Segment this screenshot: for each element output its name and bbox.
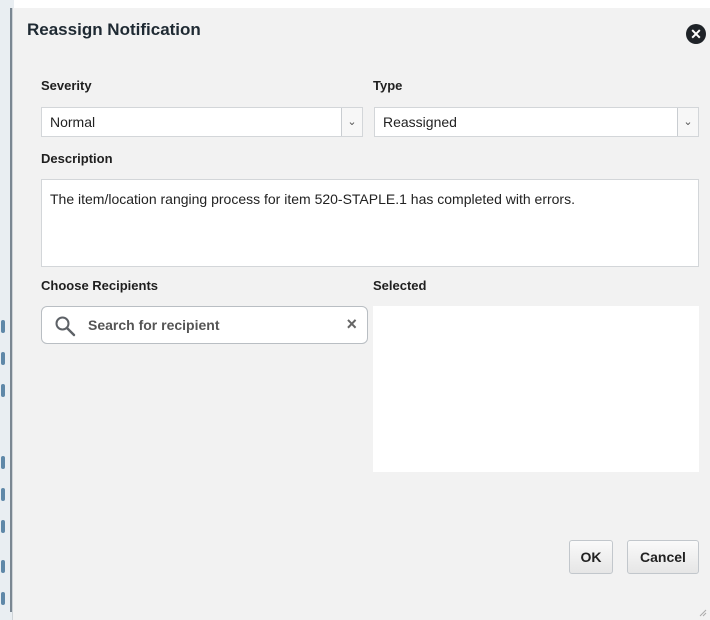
background-marker <box>1 488 5 501</box>
resize-grip-icon[interactable] <box>699 609 707 617</box>
description-label: Description <box>41 151 113 166</box>
type-select[interactable]: Reassigned ⌄ <box>374 107 699 137</box>
chevron-down-icon[interactable]: ⌄ <box>341 108 362 136</box>
description-textarea[interactable]: The item/location ranging process for it… <box>41 179 699 267</box>
clear-icon[interactable]: × <box>346 314 357 335</box>
severity-select[interactable]: Normal ⌄ <box>41 107 363 137</box>
dialog-title: Reassign Notification <box>27 20 201 39</box>
severity-value: Normal <box>50 114 96 130</box>
chevron-down-icon[interactable]: ⌄ <box>677 108 698 136</box>
cancel-button[interactable]: Cancel <box>627 540 699 574</box>
type-label: Type <box>373 78 403 93</box>
background-marker <box>1 320 5 333</box>
selected-recipients-list[interactable] <box>373 306 699 472</box>
background-marker <box>1 384 5 397</box>
background-marker <box>1 520 5 533</box>
selected-label: Selected <box>373 278 427 293</box>
background-marker <box>1 456 5 469</box>
type-value: Reassigned <box>383 114 457 130</box>
background-marker <box>1 560 5 573</box>
ok-button[interactable]: OK <box>569 540 613 574</box>
reassign-notification-dialog: Reassign Notification ✕ Severity Normal … <box>12 8 710 620</box>
choose-recipients-label: Choose Recipients <box>41 278 159 293</box>
recipient-search-input[interactable]: Search for recipient × <box>41 306 368 344</box>
background-marker <box>1 352 5 365</box>
search-icon <box>55 316 76 337</box>
close-icon[interactable]: ✕ <box>686 24 706 44</box>
search-placeholder: Search for recipient <box>88 317 220 333</box>
background-marker <box>1 592 5 605</box>
severity-label: Severity <box>41 78 92 93</box>
